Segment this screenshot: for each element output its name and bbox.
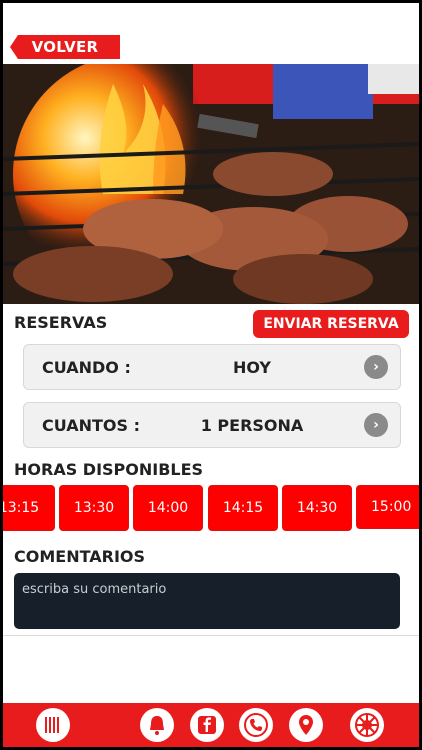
hours-title: HORAS DISPONIBLES xyxy=(14,460,204,479)
time-slot[interactable]: 14:30 xyxy=(282,485,352,531)
chevron-right-icon: › xyxy=(364,355,388,379)
time-slot[interactable]: 15:00 xyxy=(356,485,419,529)
comments-title: COMENTARIOS xyxy=(14,547,146,566)
facebook-icon[interactable] xyxy=(190,708,224,742)
bell-icon[interactable] xyxy=(140,708,174,742)
location-icon[interactable] xyxy=(289,708,323,742)
time-slot-list: 13:15 13:30 14:00 14:15 14:30 15:00 xyxy=(3,485,419,531)
wheel-icon[interactable] xyxy=(350,708,384,742)
send-reservation-button[interactable]: ENVIAR RESERVA xyxy=(253,310,409,338)
time-slot[interactable]: 13:15 xyxy=(3,485,55,531)
phone-icon[interactable] xyxy=(239,708,273,742)
bottom-nav-bar xyxy=(3,703,419,747)
comment-input[interactable] xyxy=(14,573,400,629)
time-slot[interactable]: 13:30 xyxy=(59,485,129,531)
comment-box xyxy=(14,573,400,629)
count-label: CUANTOS : xyxy=(42,416,141,435)
menu-icon[interactable] xyxy=(36,708,70,742)
chevron-right-icon: › xyxy=(364,413,388,437)
divider xyxy=(3,635,419,636)
time-slot[interactable]: 14:15 xyxy=(208,485,278,531)
count-selector[interactable]: CUANTOS : 1 PERSONA › xyxy=(23,402,401,448)
when-label: CUANDO : xyxy=(42,358,131,377)
when-value: HOY xyxy=(232,358,271,377)
back-button[interactable]: VOLVER xyxy=(10,35,120,59)
hero-image xyxy=(3,64,419,304)
when-selector[interactable]: CUANDO : HOY › xyxy=(23,344,401,390)
time-slot[interactable]: 14:00 xyxy=(133,485,203,531)
reservas-title: RESERVAS xyxy=(14,313,108,332)
count-value: 1 PERSONA xyxy=(200,416,304,435)
app-screen: VOLVER RESERVAS ENVIAR RESERVA CUANDO: … xyxy=(3,3,419,747)
